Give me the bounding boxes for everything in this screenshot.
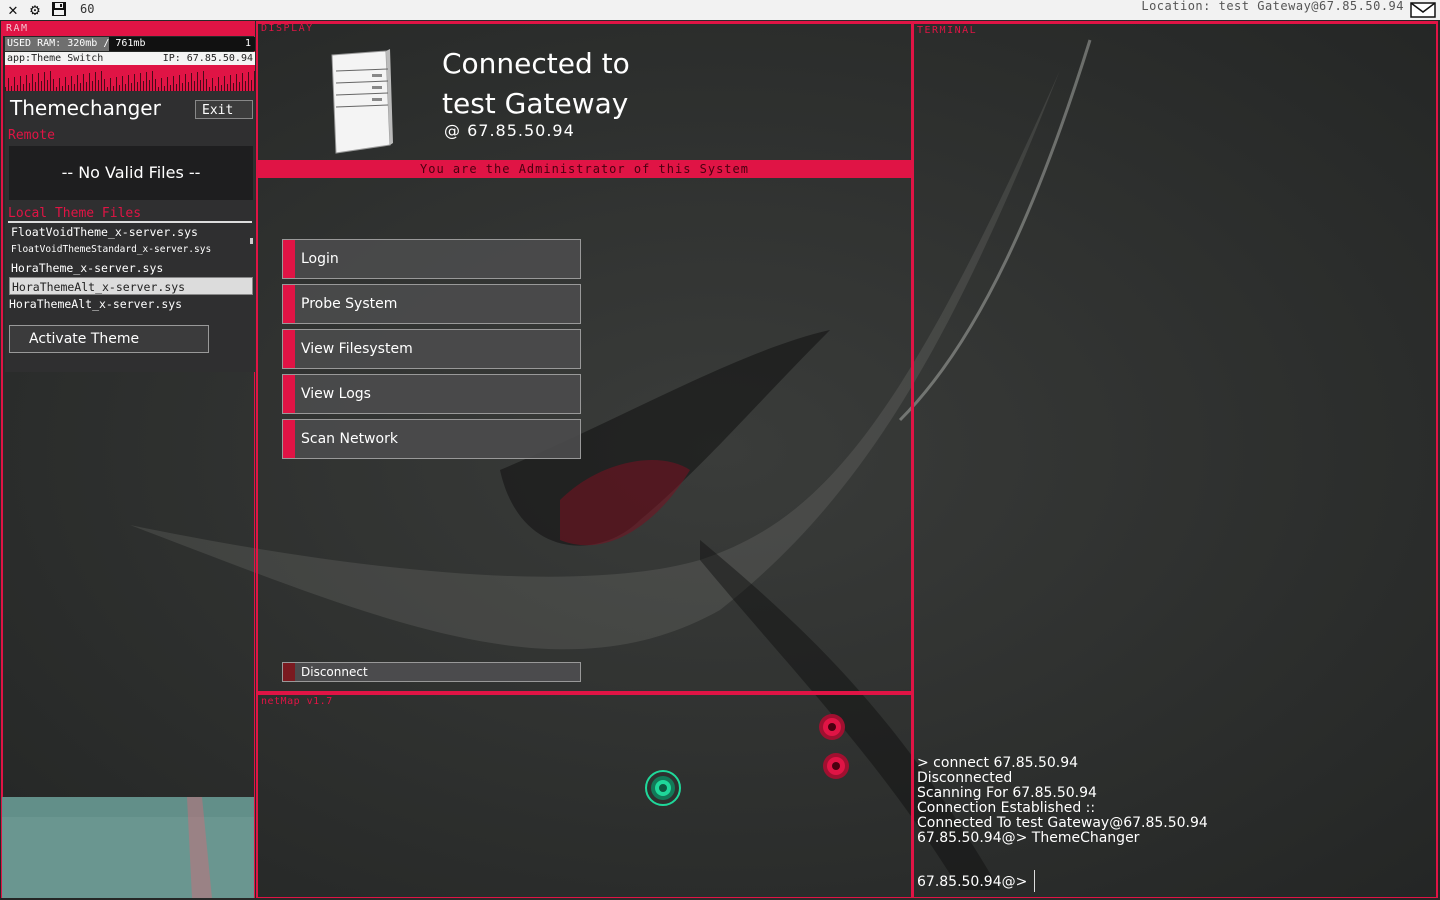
netmap-panel-title: netMap v1.7	[261, 696, 333, 707]
netmap-panel: netMap v1.7	[256, 692, 913, 898]
top-bar: ✕ ⚙ 60 Location: test Gateway@67.85.50.9…	[0, 0, 1440, 20]
terminal-output: > connect 67.85.50.94 Disconnected Scann…	[917, 756, 1208, 846]
app-ip: IP: 67.85.50.94	[162, 53, 253, 64]
theme-file-item[interactable]: HoraTheme_x-server.sys	[9, 259, 253, 277]
login-button[interactable]: Login	[282, 239, 581, 279]
probe-system-button[interactable]: Probe System	[282, 284, 581, 324]
ram-usage-bar: USED RAM: 320mb / 761mb 1	[5, 37, 255, 51]
no-valid-files-box: -- No Valid Files --	[9, 146, 253, 200]
remote-label: Remote	[8, 128, 55, 143]
connected-to-label: Connected to	[442, 47, 630, 80]
app-ram-graph	[5, 65, 255, 91]
local-theme-files-label: Local Theme Files	[8, 206, 252, 223]
display-panel: DISPLAY Connected to test Gateway @ 67.8…	[256, 21, 913, 692]
terminal-prompt[interactable]: 67.85.50.94@>	[917, 874, 1027, 890]
ram-panel: RAM USED RAM: 320mb / 761mb 1 app:Theme …	[1, 21, 255, 898]
activate-theme-button[interactable]: Activate Theme	[9, 325, 209, 353]
app-module: app:Theme Switch IP: 67.85.50.94 Themech…	[5, 52, 255, 128]
app-name: app:Theme Switch	[7, 53, 104, 64]
app-title-bar: Themechanger Exit	[5, 91, 255, 128]
ram-usage-text: USED RAM: 320mb / 761mb	[7, 38, 146, 49]
view-filesystem-button[interactable]: View Filesystem	[282, 329, 581, 369]
terminal-line: Scanning For 67.85.50.94	[917, 785, 1097, 801]
wallpaper-preview-image	[2, 797, 254, 898]
app-header: app:Theme Switch IP: 67.85.50.94	[5, 52, 255, 65]
gear-icon[interactable]: ⚙	[26, 1, 44, 19]
home-node-icon[interactable]	[644, 769, 682, 807]
theme-file-item-selected[interactable]: HoraThemeAlt_x-server.sys	[9, 277, 253, 295]
terminal-line: 67.85.50.94@> ThemeChanger	[917, 830, 1140, 846]
location-label: Location: test Gateway@67.85.50.94	[1141, 0, 1404, 13]
display-panel-title: DISPLAY	[261, 23, 314, 34]
file-list-scrollbar[interactable]	[250, 238, 253, 244]
remote-node-icon[interactable]	[822, 752, 850, 780]
mail-icon[interactable]	[1410, 2, 1436, 18]
remote-node-icon[interactable]	[818, 713, 846, 741]
save-icon[interactable]	[50, 1, 68, 19]
theme-file-item[interactable]: FloatVoidThemeStandard_x-server.sys	[9, 241, 253, 259]
terminal-line: Connected To test Gateway@67.85.50.94	[917, 815, 1208, 831]
view-logs-button[interactable]: View Logs	[282, 374, 581, 414]
close-icon[interactable]: ✕	[4, 1, 22, 19]
terminal-cursor	[1034, 870, 1035, 892]
terminal-panel-title: TERMINAL	[917, 25, 978, 36]
ram-process-count: 1	[244, 38, 251, 49]
app-title: Themechanger	[10, 96, 161, 120]
terminal-line: Disconnected	[917, 770, 1013, 786]
admin-notice-bar: You are the Administrator of this System	[258, 160, 911, 178]
server-icon	[331, 49, 393, 154]
theme-file-item[interactable]: HoraThemeAlt_x-server.sys	[9, 295, 253, 313]
exit-button[interactable]: Exit	[195, 100, 253, 119]
disconnect-button[interactable]: Disconnect	[282, 662, 581, 682]
theme-file-item[interactable]: FloatVoidTheme_x-server.sys	[9, 223, 253, 241]
terminal-panel[interactable]: TERMINAL > connect 67.85.50.94 Disconnec…	[912, 21, 1438, 898]
theme-file-list: FloatVoidTheme_x-server.sys FloatVoidThe…	[9, 223, 253, 313]
scan-network-button[interactable]: Scan Network	[282, 419, 581, 459]
connected-host-name: test Gateway	[442, 87, 629, 120]
terminal-line: > connect 67.85.50.94	[917, 755, 1079, 771]
terminal-line: Connection Established ::	[917, 800, 1096, 816]
ram-panel-title: RAM	[3, 22, 255, 36]
fps-counter: 60	[80, 2, 95, 16]
theme-changer-content: Remote -- No Valid Files -- Local Theme …	[5, 128, 255, 372]
connected-host-ip: @ 67.85.50.94	[444, 121, 575, 140]
